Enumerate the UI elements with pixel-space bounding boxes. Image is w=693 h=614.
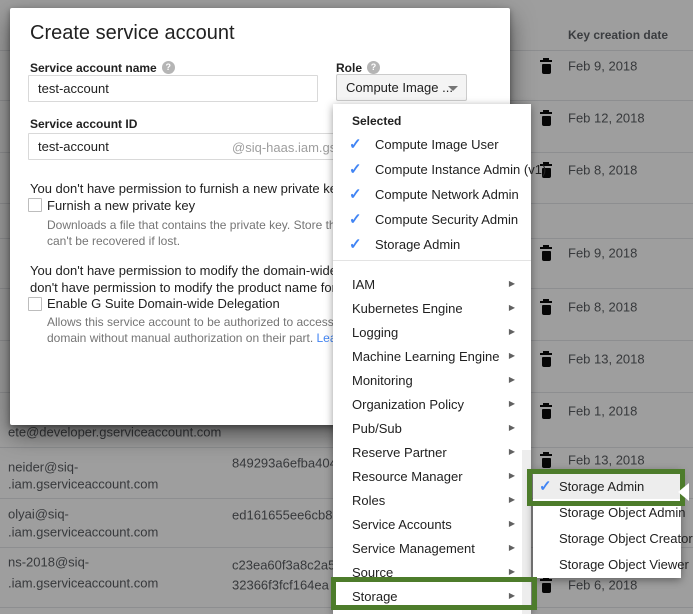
- check-icon: ✓: [349, 160, 362, 178]
- selected-role-item[interactable]: ✓ Compute Security Admin: [333, 207, 531, 232]
- dialog-title: Create service account: [30, 22, 235, 45]
- check-icon: ✓: [349, 185, 362, 203]
- gsuite-delegation-checkbox-label[interactable]: Enable G Suite Domain-wide Delegation: [47, 296, 280, 311]
- submenu-arrow-icon: ▶: [509, 447, 515, 456]
- selected-section-header: Selected: [352, 114, 401, 128]
- role-select[interactable]: Compute Image ...: [336, 74, 467, 101]
- service-account-name-input[interactable]: test-account: [28, 75, 318, 102]
- role-category-resource-manager[interactable]: Resource Manager ▶: [333, 464, 531, 488]
- menu-scrollbar[interactable]: [522, 450, 531, 614]
- gsuite-description-line1: Allows this service account to be author…: [47, 314, 349, 330]
- furnish-key-checkbox[interactable]: [28, 198, 42, 212]
- submenu-arrow-icon: ▶: [509, 495, 515, 504]
- role-category-storage[interactable]: Storage ▶: [333, 584, 531, 608]
- private-key-permission-notice: You don't have permission to furnish a n…: [30, 180, 346, 197]
- submenu-arrow-icon: ▶: [509, 591, 515, 600]
- check-icon: ✓: [349, 235, 362, 253]
- role-category-logging[interactable]: Logging ▶: [333, 320, 531, 344]
- gsuite-delegation-checkbox[interactable]: [28, 297, 42, 311]
- role-category-machine-learning-engine[interactable]: Machine Learning Engine ▶: [333, 344, 531, 368]
- submenu-arrow-icon: ▶: [509, 543, 515, 552]
- submenu-arrow-icon: ▶: [509, 423, 515, 432]
- cursor-notch: [678, 483, 689, 501]
- check-icon: ✓: [349, 210, 362, 228]
- selected-role-item[interactable]: ✓ Compute Image User: [333, 132, 531, 157]
- service-account-id-domain: @siq-haas.iam.gs: [232, 140, 336, 155]
- help-icon[interactable]: [367, 61, 380, 74]
- selected-role-item[interactable]: ✓ Compute Network Admin: [333, 182, 531, 207]
- submenu-arrow-icon: ▶: [509, 327, 515, 336]
- selected-role-item[interactable]: ✓ Compute Instance Admin (v1): [333, 157, 531, 182]
- submenu-arrow-icon: ▶: [509, 303, 515, 312]
- role-label: Role: [336, 61, 380, 75]
- submenu-item-storage-object-admin[interactable]: Storage Object Admin: [533, 499, 681, 525]
- role-category-service-management[interactable]: Service Management ▶: [333, 536, 531, 560]
- gsuite-permission-notice-line1: You don't have permission to modify the …: [30, 262, 348, 279]
- submenu-arrow-icon: ▶: [509, 279, 515, 288]
- submenu-item-storage-object-viewer[interactable]: Storage Object Viewer: [533, 551, 681, 577]
- submenu-item-storage-object-creator[interactable]: Storage Object Creator: [533, 525, 681, 551]
- role-category-iam[interactable]: IAM ▶: [333, 272, 531, 296]
- submenu-arrow-icon: ▶: [509, 399, 515, 408]
- service-account-id-label: Service account ID: [30, 117, 137, 131]
- role-category-roles[interactable]: Roles ▶: [333, 488, 531, 512]
- dropdown-caret-icon: [448, 86, 458, 91]
- submenu-arrow-icon: ▶: [509, 519, 515, 528]
- furnish-key-description-line2: can't be recovered if lost.: [47, 233, 180, 249]
- role-category-source[interactable]: Source ▶: [333, 560, 531, 584]
- submenu-arrow-icon: ▶: [509, 471, 515, 480]
- role-category-service-accounts[interactable]: Service Accounts ▶: [333, 512, 531, 536]
- submenu-arrow-icon: ▶: [509, 567, 515, 576]
- menu-divider: [333, 260, 531, 261]
- role-category-pub-sub[interactable]: Pub/Sub ▶: [333, 416, 531, 440]
- service-account-name-label: Service account name: [30, 61, 175, 75]
- storage-roles-submenu: ✓ Storage Admin Storage Object Admin Sto…: [533, 470, 681, 578]
- furnish-key-description-line1: Downloads a file that contains the priva…: [47, 217, 354, 233]
- check-icon: ✓: [349, 135, 362, 153]
- submenu-arrow-icon: ▶: [509, 351, 515, 360]
- role-category-kubernetes-engine[interactable]: Kubernetes Engine ▶: [333, 296, 531, 320]
- role-category-monitoring[interactable]: Monitoring ▶: [333, 368, 531, 392]
- submenu-item-storage-admin[interactable]: ✓ Storage Admin: [533, 473, 681, 499]
- gsuite-description-line2: domain without manual authorization on t…: [47, 330, 361, 346]
- role-category-reserve-partner[interactable]: Reserve Partner ▶: [333, 440, 531, 464]
- check-icon: ✓: [539, 477, 552, 495]
- help-icon[interactable]: [162, 61, 175, 74]
- selected-role-item[interactable]: ✓ Storage Admin: [333, 232, 531, 257]
- submenu-arrow-icon: ▶: [509, 375, 515, 384]
- furnish-key-checkbox-label[interactable]: Furnish a new private key: [47, 198, 195, 213]
- role-dropdown-menu: Selected ✓ Compute Image User ✓ Compute …: [333, 104, 531, 614]
- gsuite-permission-notice-line2: don't have permission to modify the prod…: [30, 279, 350, 296]
- role-category-organization-policy[interactable]: Organization Policy ▶: [333, 392, 531, 416]
